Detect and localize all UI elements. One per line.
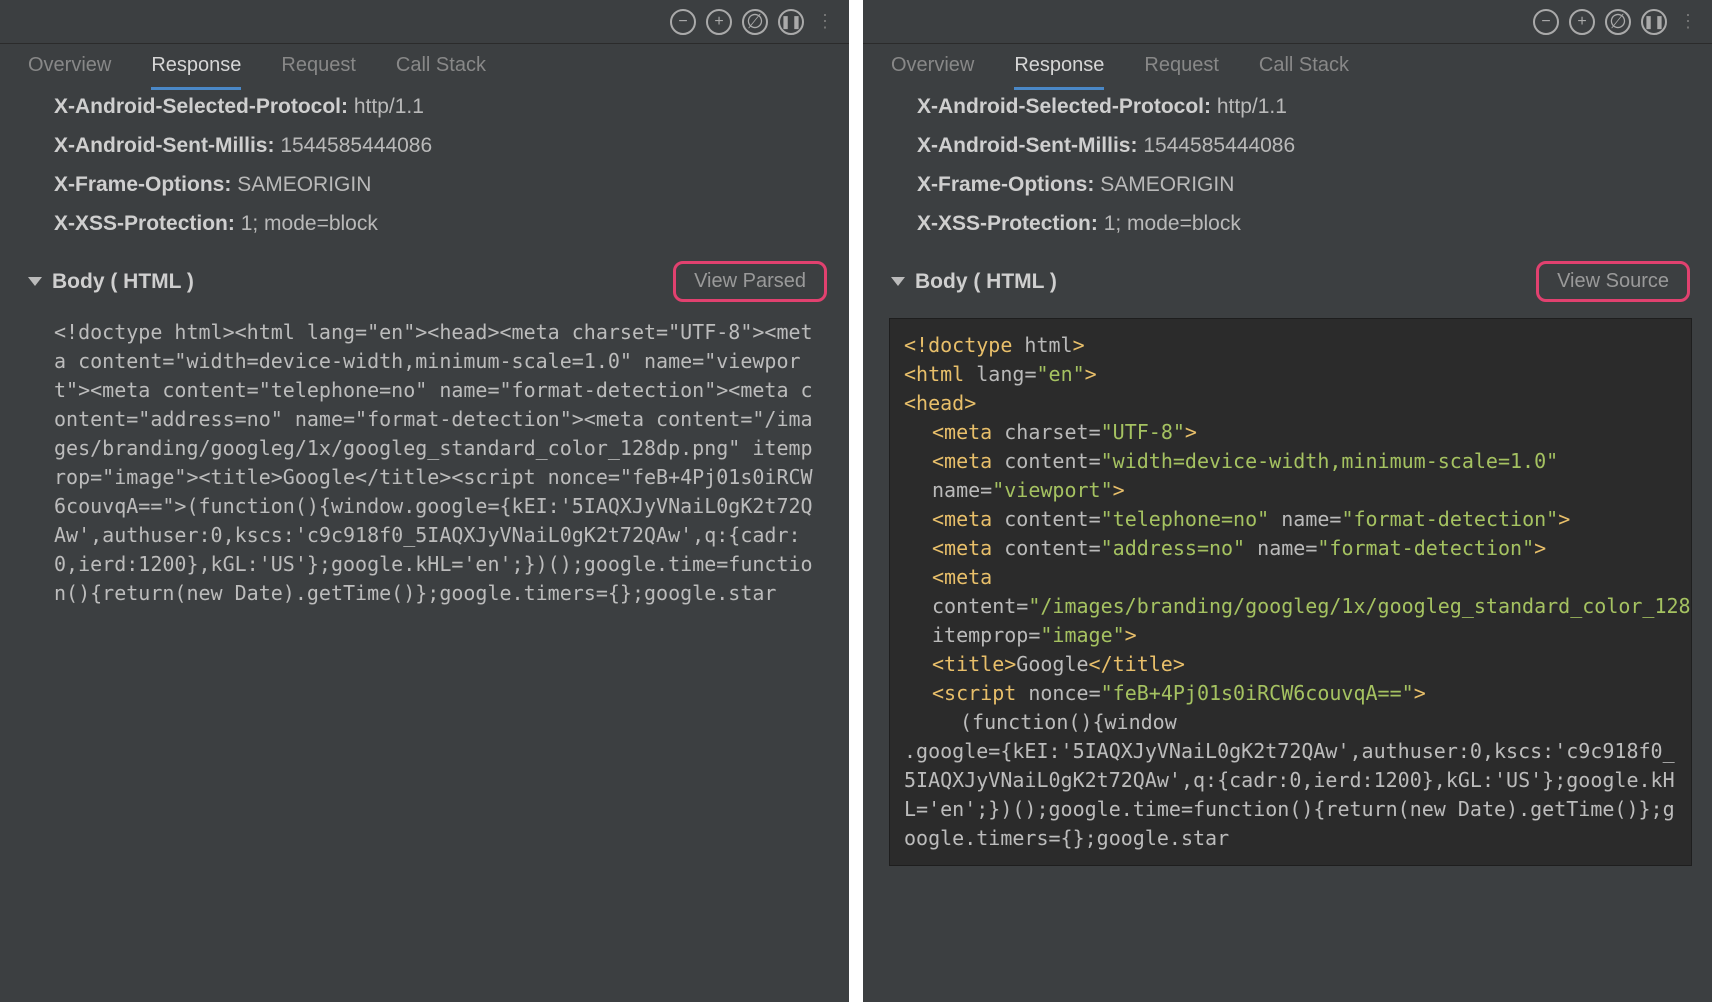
response-headers: X-Android-Selected-Protocol: http/1.1 X-…: [863, 84, 1712, 251]
disable-button[interactable]: ∅: [742, 9, 768, 35]
zoom-in-button[interactable]: +: [706, 9, 732, 35]
view-parsed-button[interactable]: View Parsed: [673, 261, 827, 302]
disclosure-triangle-icon[interactable]: [891, 277, 905, 286]
body-section-label: Body ( HTML ): [915, 270, 1057, 294]
header-row: X-Frame-Options: SAMEORIGIN: [54, 166, 819, 205]
header-row: X-Android-Selected-Protocol: http/1.1: [917, 88, 1682, 127]
left-pane: − + ∅ ❚❚ ⋮ Overview Response Request Cal…: [0, 0, 849, 1002]
more-menu-icon[interactable]: ⋮: [814, 11, 837, 32]
toolbar: − + ∅ ❚❚ ⋮: [0, 0, 849, 44]
body-raw-text: <!doctype html><html lang="en"><head><me…: [0, 312, 849, 608]
header-row: X-Frame-Options: SAMEORIGIN: [917, 166, 1682, 205]
right-pane: − + ∅ ❚❚ ⋮ Overview Response Request Cal…: [863, 0, 1712, 1002]
disclosure-triangle-icon[interactable]: [28, 277, 42, 286]
pause-button[interactable]: ❚❚: [778, 9, 804, 35]
response-headers: X-Android-Selected-Protocol: http/1.1 X-…: [0, 84, 849, 251]
header-row: X-XSS-Protection: 1; mode=block: [917, 205, 1682, 244]
more-menu-icon[interactable]: ⋮: [1677, 11, 1700, 32]
header-row: X-XSS-Protection: 1; mode=block: [54, 205, 819, 244]
pause-button[interactable]: ❚❚: [1641, 9, 1667, 35]
body-syntax-highlighted: <!doctype html> <html lang="en"> <head> …: [889, 318, 1692, 866]
zoom-in-button[interactable]: +: [1569, 9, 1595, 35]
header-row: X-Android-Sent-Millis: 1544585444086: [54, 127, 819, 166]
body-section-label: Body ( HTML ): [52, 270, 194, 294]
zoom-out-button[interactable]: −: [670, 9, 696, 35]
split-view: − + ∅ ❚❚ ⋮ Overview Response Request Cal…: [0, 0, 1712, 1002]
body-section-header: Body ( HTML ) View Parsed: [0, 251, 849, 312]
disable-button[interactable]: ∅: [1605, 9, 1631, 35]
zoom-out-button[interactable]: −: [1533, 9, 1559, 35]
header-row: X-Android-Sent-Millis: 1544585444086: [917, 127, 1682, 166]
view-source-button[interactable]: View Source: [1536, 261, 1690, 302]
body-section-header: Body ( HTML ) View Source: [863, 251, 1712, 312]
pane-divider: [849, 0, 863, 1002]
header-row: X-Android-Selected-Protocol: http/1.1: [54, 88, 819, 127]
toolbar: − + ∅ ❚❚ ⋮: [863, 0, 1712, 44]
